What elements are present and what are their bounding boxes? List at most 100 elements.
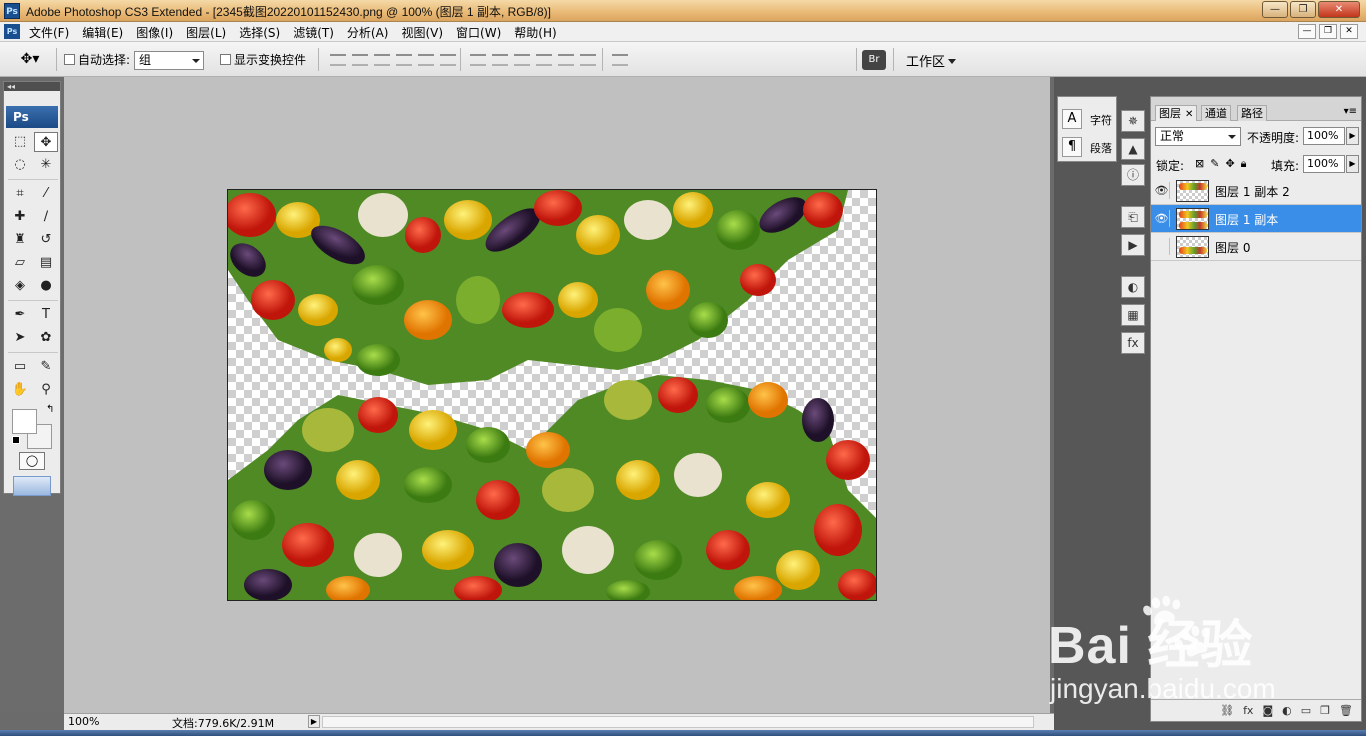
adjustment-layer-icon[interactable]: ◐ bbox=[1282, 704, 1292, 717]
menu-file[interactable]: 文件(F) bbox=[29, 24, 69, 41]
layer-name[interactable]: 图层 1 副本 2 bbox=[1215, 183, 1290, 200]
distribute-right-icon[interactable] bbox=[580, 54, 596, 66]
crop-tool-icon[interactable]: ⌗ bbox=[8, 184, 32, 204]
panel-menu-icon[interactable]: ▾≡ bbox=[1344, 106, 1357, 117]
type-tool-icon[interactable]: T bbox=[34, 305, 58, 325]
layer-mask-icon[interactable]: ◙ bbox=[1262, 704, 1273, 717]
lock-all-icon[interactable]: 🔒︎ bbox=[1241, 157, 1247, 171]
auto-select-checkbox[interactable] bbox=[64, 54, 75, 65]
menu-image[interactable]: 图像(I) bbox=[136, 24, 173, 41]
styles-icon[interactable]: fx bbox=[1121, 332, 1145, 354]
align-bottom-icon[interactable] bbox=[374, 54, 390, 66]
history-icon[interactable]: ⎗ bbox=[1121, 206, 1145, 228]
magic-wand-tool-icon[interactable]: ✳ bbox=[34, 155, 58, 175]
visibility-toggle-empty[interactable] bbox=[1154, 238, 1170, 255]
dodge-tool-icon[interactable]: ● bbox=[34, 276, 58, 296]
foreground-color-swatch[interactable] bbox=[12, 409, 37, 434]
path-selection-tool-icon[interactable]: ➤ bbox=[8, 328, 32, 348]
lock-pixels-icon[interactable]: ✎ bbox=[1210, 157, 1219, 171]
bridge-icon[interactable]: Br bbox=[862, 50, 886, 70]
zoom-level[interactable]: 100% bbox=[68, 715, 99, 728]
tool-preset-picker[interactable]: ✥▾ bbox=[8, 48, 52, 71]
distribute-left-icon[interactable] bbox=[536, 54, 552, 66]
healing-brush-tool-icon[interactable]: ✚ bbox=[8, 207, 32, 227]
eyedropper-tool-icon[interactable]: ✎ bbox=[34, 357, 58, 377]
minimize-button[interactable]: — bbox=[1262, 1, 1288, 18]
align-top-icon[interactable] bbox=[330, 54, 346, 66]
new-group-icon[interactable]: ▭ bbox=[1301, 704, 1311, 717]
color-icon[interactable]: ◐ bbox=[1121, 276, 1145, 298]
character-panel-button[interactable]: A 字符 bbox=[1060, 107, 1116, 131]
custom-shape-tool-icon[interactable]: ✿ bbox=[34, 328, 58, 348]
default-colors-icon[interactable] bbox=[12, 436, 20, 444]
doc-minimize-button[interactable]: — bbox=[1298, 24, 1316, 39]
screen-mode-button[interactable] bbox=[13, 476, 51, 496]
tab-channels[interactable]: 通道 bbox=[1201, 105, 1231, 121]
distribute-bottom-icon[interactable] bbox=[514, 54, 530, 66]
slice-tool-icon[interactable]: ⁄ bbox=[34, 184, 58, 204]
info-icon[interactable]: ⓘ bbox=[1121, 164, 1145, 186]
auto-align-layers-icon[interactable] bbox=[612, 54, 628, 66]
doc-restore-button[interactable]: ❐ bbox=[1319, 24, 1337, 39]
opacity-field[interactable]: 100% bbox=[1303, 127, 1345, 145]
document-canvas[interactable] bbox=[227, 189, 877, 601]
menu-help[interactable]: 帮助(H) bbox=[514, 24, 556, 41]
visibility-eye-icon[interactable]: 👁︎ bbox=[1154, 182, 1170, 199]
menu-window[interactable]: 窗口(W) bbox=[456, 24, 501, 41]
lock-transparency-icon[interactable]: ⊠ bbox=[1195, 157, 1204, 171]
visibility-eye-icon[interactable]: 👁︎ bbox=[1154, 210, 1170, 227]
menu-layer[interactable]: 图层(L) bbox=[186, 24, 226, 41]
layer-name[interactable]: 图层 0 bbox=[1215, 239, 1250, 256]
distribute-vcenter-icon[interactable] bbox=[492, 54, 508, 66]
lock-position-icon[interactable]: ✥ bbox=[1225, 157, 1234, 171]
paragraph-panel-button[interactable]: ¶ 段落 bbox=[1060, 135, 1116, 159]
align-hcenter-icon[interactable] bbox=[418, 54, 434, 66]
link-layers-icon[interactable]: ⛓ bbox=[1220, 704, 1234, 717]
menu-filter[interactable]: 滤镜(T) bbox=[293, 24, 334, 41]
tab-layers[interactable]: 图层 ✕ bbox=[1155, 105, 1198, 121]
delete-layer-icon[interactable]: 🗑︎ bbox=[1339, 704, 1353, 717]
clone-stamp-tool-icon[interactable]: ♜ bbox=[8, 230, 32, 250]
brush-tool-icon[interactable]: ∕ bbox=[34, 207, 58, 227]
distribute-top-icon[interactable] bbox=[470, 54, 486, 66]
align-left-icon[interactable] bbox=[396, 54, 412, 66]
histogram-icon[interactable]: ▲ bbox=[1121, 138, 1145, 160]
tab-paths[interactable]: 路径 bbox=[1237, 105, 1267, 121]
navigator-icon[interactable]: ✵ bbox=[1121, 110, 1145, 132]
menu-select[interactable]: 选择(S) bbox=[239, 24, 280, 41]
layer-style-icon[interactable]: fx bbox=[1243, 704, 1253, 717]
document-icon[interactable]: Ps bbox=[4, 24, 20, 39]
marquee-tool-icon[interactable]: ⬚ bbox=[8, 132, 32, 152]
doc-close-button[interactable]: ✕ bbox=[1340, 24, 1358, 39]
move-tool-icon[interactable]: ✥ bbox=[34, 132, 58, 152]
align-vcenter-icon[interactable] bbox=[352, 54, 368, 66]
toolbox-grip[interactable]: ◂◂ bbox=[4, 82, 60, 91]
align-right-icon[interactable] bbox=[440, 54, 456, 66]
auto-select-dropdown[interactable]: 组 bbox=[134, 51, 204, 70]
show-transform-checkbox[interactable] bbox=[220, 54, 231, 65]
workspace-menu-button[interactable]: 工作区 bbox=[906, 51, 957, 70]
hand-tool-icon[interactable]: ✋ bbox=[8, 380, 32, 400]
swatches-icon[interactable]: ▦ bbox=[1121, 304, 1145, 326]
layer-name[interactable]: 图层 1 副本 bbox=[1215, 211, 1278, 228]
layer-row[interactable]: 👁︎ 图层 1 副本 2 bbox=[1151, 177, 1361, 205]
menu-edit[interactable]: 编辑(E) bbox=[82, 24, 123, 41]
opacity-slider-arrow-icon[interactable]: ▶ bbox=[1346, 127, 1359, 145]
menu-view[interactable]: 视图(V) bbox=[401, 24, 443, 41]
notes-tool-icon[interactable]: ▭ bbox=[8, 357, 32, 377]
gradient-tool-icon[interactable]: ▤ bbox=[34, 253, 58, 273]
layer-row[interactable]: 图层 0 bbox=[1151, 233, 1361, 261]
layer-row-selected[interactable]: 👁︎ 图层 1 副本 bbox=[1151, 205, 1361, 233]
blend-mode-dropdown[interactable]: 正常 bbox=[1155, 127, 1241, 146]
close-icon[interactable]: ✕ bbox=[1185, 109, 1193, 120]
new-layer-icon[interactable]: ❐ bbox=[1320, 704, 1330, 717]
distribute-hcenter-icon[interactable] bbox=[558, 54, 574, 66]
swap-colors-icon[interactable]: ↰ bbox=[46, 404, 54, 415]
pen-tool-icon[interactable]: ✒ bbox=[8, 305, 32, 325]
lasso-tool-icon[interactable]: ◌ bbox=[8, 155, 32, 175]
fill-field[interactable]: 100% bbox=[1303, 155, 1345, 173]
actions-icon[interactable]: ▶ bbox=[1121, 234, 1145, 256]
close-button[interactable]: ✕ bbox=[1318, 1, 1360, 18]
menu-analysis[interactable]: 分析(A) bbox=[347, 24, 389, 41]
history-brush-tool-icon[interactable]: ↺ bbox=[34, 230, 58, 250]
